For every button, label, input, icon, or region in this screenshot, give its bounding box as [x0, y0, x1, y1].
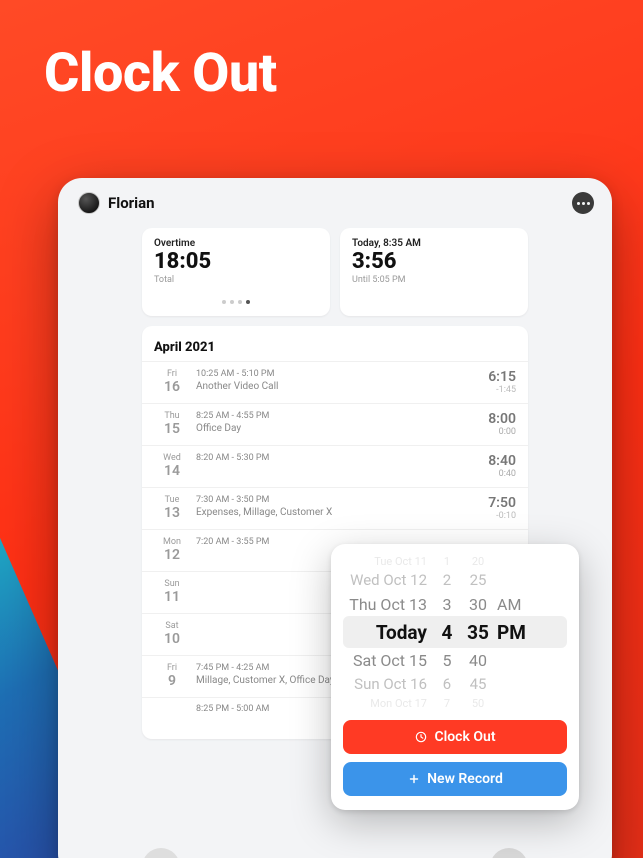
weekday: Tue	[154, 495, 190, 505]
picker-day: Tue Oct 11	[343, 555, 433, 568]
bottombar: 14	[142, 840, 528, 858]
picker-minute: 20	[461, 555, 495, 568]
duration: 6:15	[468, 369, 516, 385]
list-item[interactable]: Tue13 7:30 AM - 3:50 PM Expenses, Millage…	[142, 487, 528, 529]
delta: 0:40	[468, 469, 516, 479]
month-header: April 2021	[142, 336, 528, 361]
new-record-label: New Record	[427, 771, 503, 787]
picker-hour: 1	[433, 555, 461, 568]
weekday: Thu	[154, 411, 190, 421]
daynum: 15	[154, 421, 190, 437]
delta: -1:45	[468, 385, 516, 395]
today-card[interactable]: Today, 8:35 AM 3:56 Until 5:05 PM	[340, 228, 528, 316]
daynum: 9	[154, 673, 190, 689]
username: Florian	[108, 194, 155, 212]
daynum: 14	[154, 463, 190, 479]
topbar: Florian	[58, 178, 612, 218]
daynum: 10	[154, 631, 190, 647]
picker-minute: 50	[461, 697, 495, 710]
picker-row[interactable]: Thu Oct 13 3 30 AM	[343, 592, 567, 616]
calendar-button[interactable]: 14	[142, 848, 180, 858]
time-range: 7:30 AM - 3:50 PM	[196, 495, 468, 505]
clock-icon	[414, 730, 428, 744]
picker-minute: 30	[461, 595, 495, 614]
duration: 8:40	[468, 453, 516, 469]
time-range: 10:25 AM - 5:10 PM	[196, 369, 468, 379]
list-item[interactable]: Thu15 8:25 AM - 4:55 PM Office Day 8:000:…	[142, 403, 528, 445]
daynum: 13	[154, 505, 190, 521]
clock-out-button[interactable]: Clock Out	[343, 720, 567, 754]
today-value: 3:56	[352, 249, 516, 275]
overtime-value: 18:05	[154, 249, 318, 275]
duration: 8:00	[468, 411, 516, 427]
picker-row[interactable]: Wed Oct 12 2 25	[343, 568, 567, 592]
daynum: 16	[154, 379, 190, 395]
delta: 0:00	[468, 427, 516, 437]
picker-hour: 3	[433, 595, 461, 614]
picker-period: AM	[495, 595, 525, 614]
picker-day: Sun Oct 16	[343, 675, 433, 693]
picker-hour: 6	[433, 675, 461, 693]
time-range: 8:25 AM - 4:55 PM	[196, 411, 468, 421]
today-sub: Until 5:05 PM	[352, 275, 516, 285]
picker-minute: 45	[461, 675, 495, 693]
daynum: 11	[154, 589, 190, 605]
add-button[interactable]	[490, 848, 528, 858]
picker-row[interactable]: Sun Oct 16 6 45	[343, 672, 567, 696]
picker-day: Wed Oct 12	[343, 571, 433, 589]
picker-period: PM	[495, 621, 525, 644]
weekday: Fri	[154, 369, 190, 379]
picker-minute: 40	[461, 651, 495, 670]
pager-dots	[154, 285, 318, 308]
weekday: Fri	[154, 663, 190, 673]
picker-hour: 5	[433, 651, 461, 670]
picker-hour: 4	[433, 621, 461, 644]
picker-row[interactable]: Mon Oct 17 7 50	[343, 696, 567, 710]
plus-icon	[407, 772, 421, 786]
picker-day: Mon Oct 17	[343, 697, 433, 710]
list-item[interactable]: Wed14 8:20 AM - 5:30 PM 8:400:40	[142, 445, 528, 487]
picker-row[interactable]: Sat Oct 15 5 40	[343, 648, 567, 672]
picker-row[interactable]: Tue Oct 11 1 20	[343, 554, 567, 568]
time-picker-popup: Tue Oct 11 1 20 Wed Oct 12 2 25 Thu Oct …	[331, 544, 579, 810]
user-chip[interactable]: Florian	[78, 192, 155, 214]
weekday: Wed	[154, 453, 190, 463]
list-item[interactable]: Fri16 10:25 AM - 5:10 PM Another Video Ca…	[142, 361, 528, 403]
daynum: 12	[154, 547, 190, 563]
duration: 7:50	[468, 495, 516, 511]
overtime-card[interactable]: Overtime 18:05 Total	[142, 228, 330, 316]
today-label: Today, 8:35 AM	[352, 238, 516, 249]
description: Another Video Call	[196, 381, 416, 392]
new-record-button[interactable]: New Record	[343, 762, 567, 796]
weekday: Sat	[154, 621, 190, 631]
weekday: Sun	[154, 579, 190, 589]
weekday: Mon	[154, 537, 190, 547]
summary-cards: Overtime 18:05 Total Today, 8:35 AM 3:56…	[58, 218, 612, 316]
overtime-sub: Total	[154, 275, 318, 285]
overtime-label: Overtime	[154, 238, 318, 249]
more-button[interactable]	[572, 192, 594, 214]
avatar	[78, 192, 100, 214]
time-picker-wheel[interactable]: Tue Oct 11 1 20 Wed Oct 12 2 25 Thu Oct …	[343, 554, 567, 710]
time-range: 8:25 PM - 5:00 AM	[190, 704, 269, 714]
picker-row-selected[interactable]: Today 4 35 PM	[343, 616, 567, 648]
picker-minute: 35	[461, 621, 495, 644]
picker-day: Thu Oct 13	[343, 595, 433, 614]
picker-day: Sat Oct 15	[343, 651, 433, 670]
clock-out-label: Clock Out	[434, 729, 495, 745]
picker-day: Today	[343, 621, 433, 644]
page-title: Clock Out	[0, 0, 643, 105]
picker-hour: 7	[433, 697, 461, 710]
picker-minute: 25	[461, 571, 495, 589]
description: Office Day	[196, 423, 416, 434]
picker-hour: 2	[433, 571, 461, 589]
description: Expenses, Millage, Customer X	[196, 507, 416, 518]
time-range: 8:20 AM - 5:30 PM	[196, 453, 468, 463]
delta: -0:10	[468, 511, 516, 521]
